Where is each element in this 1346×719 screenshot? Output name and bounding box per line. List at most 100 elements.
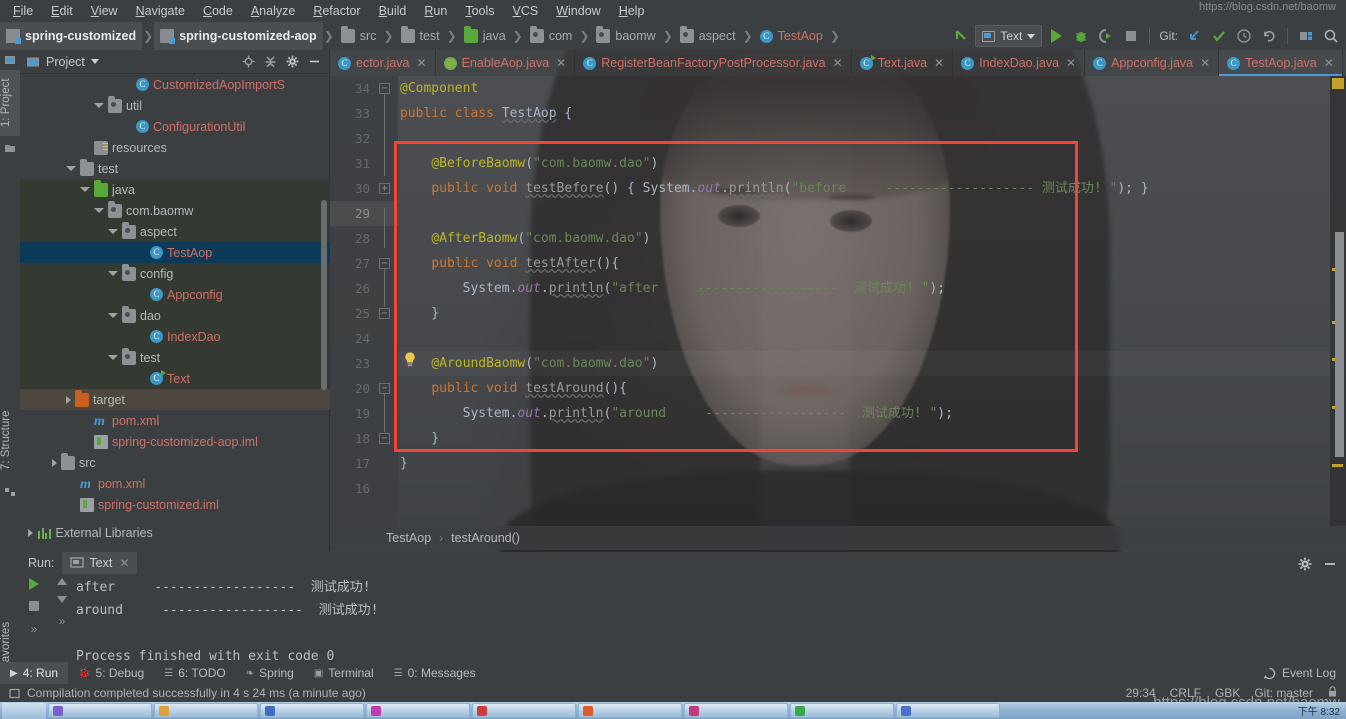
editor-tab-text-java[interactable]: C Text.java ✕ — [852, 50, 954, 76]
chevron-down-icon[interactable] — [108, 229, 118, 234]
editor-vertical-scrollbar[interactable] — [1335, 232, 1344, 457]
taskbar-app-button[interactable] — [578, 703, 682, 718]
expand-left-icon[interactable]: » — [31, 622, 38, 636]
run-tab-text[interactable]: Text ✕ — [62, 552, 138, 574]
breadcrumb-item-java[interactable]: java — [458, 22, 512, 50]
code-line[interactable] — [398, 326, 1346, 351]
code-line[interactable]: public void testBefore() { System.out.pr… — [398, 176, 1346, 201]
taskbar-app-button[interactable] — [896, 703, 1000, 718]
taskbar-app-button[interactable] — [472, 703, 576, 718]
chevron-down-icon[interactable] — [108, 355, 118, 360]
scroll-down-icon[interactable] — [57, 596, 67, 603]
close-icon[interactable]: ✕ — [556, 56, 566, 70]
tree-item-java[interactable]: java — [20, 179, 330, 200]
breadcrumb-item-spring-customized[interactable]: spring-customized — [0, 22, 143, 50]
tree-item-config[interactable]: config — [20, 263, 330, 284]
tree-item-src[interactable]: src — [20, 452, 330, 473]
stop-button[interactable] — [29, 601, 39, 611]
breadcrumb-item-com[interactable]: com — [524, 22, 579, 50]
breadcrumb-item-spring-customized-aop[interactable]: spring-customized-aop — [154, 22, 323, 50]
project-tree-scrollbar[interactable] — [321, 200, 327, 390]
rollback-icon[interactable] — [1258, 25, 1280, 47]
history-icon[interactable] — [1233, 25, 1255, 47]
bottom-tab-terminal[interactable]: ▣ Terminal — [304, 662, 384, 684]
code-line[interactable]: public class TestAop { — [398, 101, 1346, 126]
locate-icon[interactable] — [242, 55, 255, 68]
code-line[interactable]: System.out.println("around -------------… — [398, 401, 1346, 426]
tree-item-com-baomw[interactable]: com.baomw — [20, 200, 330, 221]
menu-item-edit[interactable]: Edit — [42, 2, 82, 20]
bottom-tab-0-messages[interactable]: ☰ 0: Messages — [384, 662, 486, 684]
editor-tab-enableaop-java[interactable]: @ EnableAop.java ✕ — [436, 50, 576, 76]
fold-marker[interactable]: + — [379, 183, 390, 194]
taskbar-app-button[interactable] — [154, 703, 258, 718]
line-separator[interactable]: CRLF — [1170, 686, 1201, 700]
commit-button[interactable] — [1208, 25, 1230, 47]
taskbar-app-button[interactable] — [366, 703, 470, 718]
code-line[interactable]: public void testAround(){ — [398, 376, 1346, 401]
rerun-button[interactable] — [29, 578, 39, 590]
menu-item-refactor[interactable]: Refactor — [304, 2, 369, 20]
run-with-coverage-button[interactable] — [1095, 25, 1117, 47]
code-line[interactable] — [398, 476, 1346, 501]
close-icon[interactable]: ✕ — [833, 56, 843, 70]
taskbar-app-button[interactable] — [48, 703, 152, 718]
tree-item-indexdao[interactable]: C IndexDao — [20, 326, 330, 347]
fold-marker[interactable]: − — [379, 83, 390, 94]
sidebar-item-structure[interactable]: 7: Structure — [0, 400, 20, 480]
taskbar-app-button[interactable] — [684, 703, 788, 718]
close-icon[interactable]: ✕ — [417, 56, 427, 70]
bottom-tab-6-todo[interactable]: ☰ 6: TODO — [154, 662, 236, 684]
fold-marker[interactable]: − — [379, 258, 390, 269]
menu-item-file[interactable]: File — [4, 2, 42, 20]
file-encoding[interactable]: GBK — [1215, 686, 1240, 700]
intention-bulb-icon[interactable] — [404, 352, 416, 367]
project-structure-button[interactable] — [1295, 25, 1317, 47]
scroll-up-icon[interactable] — [57, 578, 67, 585]
chevron-right-icon[interactable] — [52, 458, 57, 467]
warning-marker[interactable] — [1332, 464, 1343, 467]
run-console-output[interactable]: after ------------------ 测试成功! around ---… — [76, 574, 1346, 662]
chevron-down-icon[interactable] — [108, 271, 118, 276]
menu-item-help[interactable]: Help — [610, 2, 654, 20]
chevron-down-icon[interactable] — [94, 208, 104, 213]
tree-item-util[interactable]: util — [20, 95, 330, 116]
expand-right-icon[interactable]: » — [59, 614, 66, 628]
run-configuration-selector[interactable]: Text — [975, 25, 1043, 47]
tree-item-test[interactable]: test — [20, 347, 330, 368]
menu-item-analyze[interactable]: Analyze — [242, 2, 304, 20]
chevron-down-icon[interactable] — [66, 166, 76, 171]
taskbar-app-button[interactable] — [790, 703, 894, 718]
code-line[interactable]: @BeforeBaomw("com.baomw.dao") — [398, 151, 1346, 176]
bottom-tab-5-debug[interactable]: 🐞 5: Debug — [68, 662, 154, 684]
code-line[interactable]: } — [398, 451, 1346, 476]
tree-item-text[interactable]: C Text — [20, 368, 330, 389]
code-line[interactable]: } — [398, 301, 1346, 326]
menu-item-tools[interactable]: Tools — [456, 2, 503, 20]
debug-button[interactable] — [1070, 25, 1092, 47]
menu-item-code[interactable]: Code — [194, 2, 242, 20]
bottom-tab-4-run[interactable]: ▶ 4: Run — [0, 662, 69, 684]
search-everywhere-icon[interactable] — [1320, 25, 1342, 47]
breadcrumb-item-testaop[interactable]: C TestAop — [754, 22, 829, 50]
breadcrumb-item-aspect[interactable]: aspect — [674, 22, 742, 50]
code-line[interactable] — [398, 201, 1346, 226]
code-line[interactable]: @AroundBaomw("com.baomw.dao") — [398, 351, 1346, 376]
gear-icon[interactable] — [1298, 557, 1312, 570]
hide-icon[interactable] — [308, 55, 321, 68]
editor-tab-ector-java[interactable]: Cector.java ✕ — [330, 50, 436, 76]
code-line[interactable]: @AfterBaomw("com.baomw.dao") — [398, 226, 1346, 251]
editor-tab-indexdao-java[interactable]: C IndexDao.java ✕ — [953, 50, 1086, 76]
tree-item-appconfig[interactable]: C Appconfig — [20, 284, 330, 305]
update-project-button[interactable] — [1183, 25, 1205, 47]
chevron-down-icon[interactable] — [108, 313, 118, 318]
chevron-down-icon[interactable] — [90, 59, 99, 64]
tree-item-aspect[interactable]: aspect — [20, 221, 330, 242]
menu-item-window[interactable]: Window — [547, 2, 609, 20]
close-icon[interactable]: ✕ — [1066, 56, 1076, 70]
editor-tab-registerbeanfactorypostprocessor-java[interactable]: C RegisterBeanFactoryPostProcessor.java ✕ — [575, 50, 852, 76]
editor-gutter[interactable]: 34 33 32 31 30 29 28 27 26 25 24 23 20 19 18 17 16 − + −… — [330, 76, 398, 526]
tree-item-testaop[interactable]: C TestAop — [20, 242, 330, 263]
minimize-icon[interactable] — [1323, 557, 1336, 570]
tree-item-pom-xml[interactable]: m pom.xml — [20, 410, 330, 431]
